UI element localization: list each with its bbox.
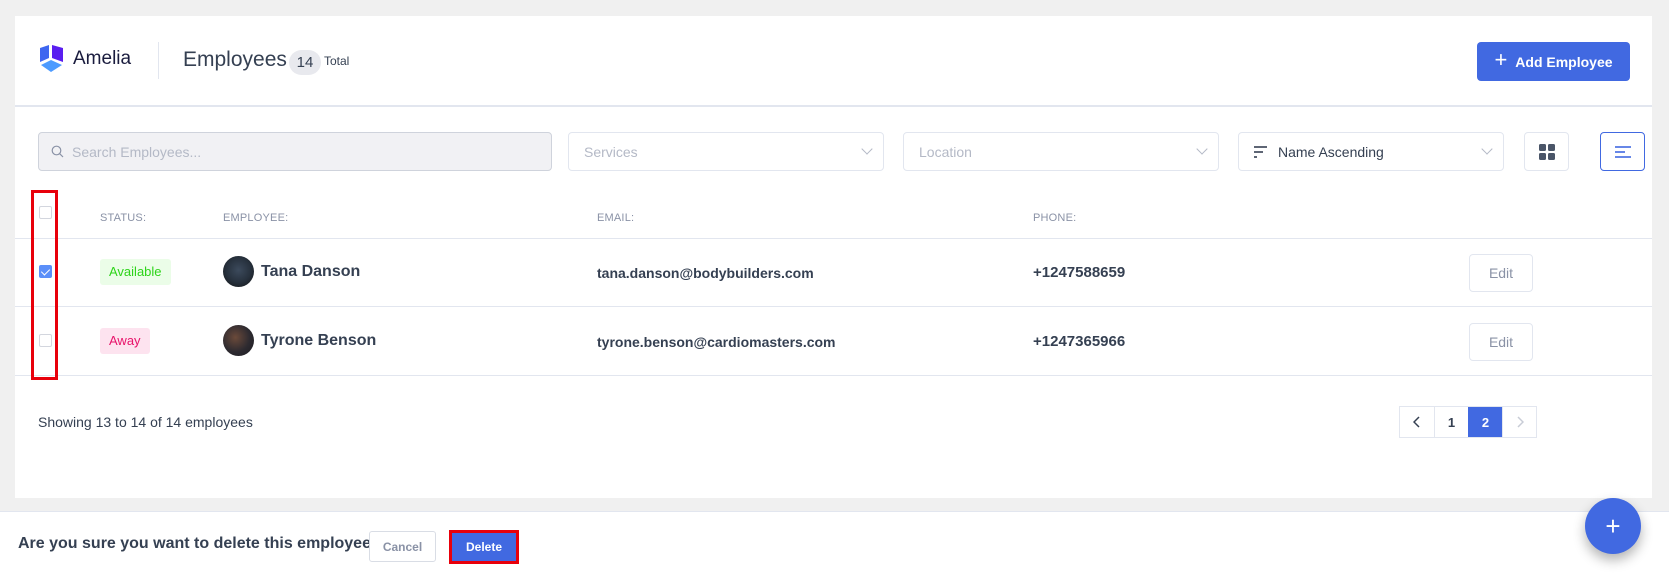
status-badge: Available xyxy=(100,259,171,285)
plus-icon: + xyxy=(1605,510,1621,541)
status-badge: Away xyxy=(100,328,150,354)
search-icon xyxy=(51,145,64,158)
chevron-down-icon xyxy=(1481,143,1493,155)
add-employee-button[interactable]: + Add Employee xyxy=(1477,42,1630,81)
avatar xyxy=(223,256,254,287)
services-placeholder: Services xyxy=(584,143,638,160)
edit-button[interactable]: Edit xyxy=(1469,254,1533,292)
chevron-right-icon xyxy=(1516,416,1524,428)
location-select[interactable]: Location xyxy=(903,132,1219,171)
page-2-button[interactable]: 2 xyxy=(1468,407,1502,437)
employee-name[interactable]: Tyrone Benson xyxy=(261,332,376,350)
column-header-email: EMAIL: xyxy=(597,212,635,224)
brand-name: Amelia xyxy=(73,48,132,69)
checkbox-column-highlight xyxy=(31,190,58,380)
amelia-logo-icon xyxy=(40,45,63,72)
sort-select[interactable]: Name Ascending xyxy=(1238,132,1504,171)
search-input[interactable]: Search Employees... xyxy=(38,132,552,171)
list-view-button[interactable] xyxy=(1600,132,1645,171)
delete-confirm-question: Are you sure you want to delete this emp… xyxy=(18,535,381,552)
chevron-left-icon xyxy=(1413,416,1420,428)
sort-icon xyxy=(1254,145,1267,158)
employees-panel: Amelia Employees 14 Total + Add Employee… xyxy=(15,16,1652,498)
employee-count-badge: 14 xyxy=(289,50,321,75)
delete-confirm-bar: Are you sure you want to delete this emp… xyxy=(0,511,1669,584)
row-divider xyxy=(15,306,1652,307)
add-employee-label: Add Employee xyxy=(1515,53,1613,70)
total-label: Total xyxy=(324,54,350,68)
employee-email: tyrone.benson@cardiomasters.com xyxy=(597,334,836,350)
services-select[interactable]: Services xyxy=(568,132,884,171)
prev-page-button[interactable] xyxy=(1400,407,1434,437)
sort-value: Name Ascending xyxy=(1278,143,1384,160)
plus-icon: + xyxy=(1494,47,1508,72)
avatar xyxy=(223,325,254,356)
brand-logo: Amelia xyxy=(38,45,131,73)
employee-email: tana.danson@bodybuilders.com xyxy=(597,265,814,281)
cancel-button[interactable]: Cancel xyxy=(369,531,436,562)
row-divider xyxy=(15,375,1652,376)
chevron-down-icon xyxy=(1196,143,1208,155)
row-divider xyxy=(15,238,1652,239)
search-placeholder: Search Employees... xyxy=(72,143,202,160)
location-placeholder: Location xyxy=(919,143,972,160)
employee-phone: +1247588659 xyxy=(1033,264,1126,281)
pagination: 1 2 xyxy=(1399,406,1537,438)
pagination-summary: Showing 13 to 14 of 14 employees xyxy=(38,414,253,430)
chevron-down-icon xyxy=(861,143,873,155)
page-1-button[interactable]: 1 xyxy=(1434,407,1468,437)
grid-icon xyxy=(1538,143,1555,160)
list-icon xyxy=(1614,145,1631,158)
column-header-status: STATUS: xyxy=(100,212,147,224)
next-page-button[interactable] xyxy=(1502,407,1536,437)
header-divider xyxy=(158,42,159,79)
delete-button[interactable]: Delete xyxy=(449,530,519,564)
page-title: Employees xyxy=(183,48,287,71)
employee-name[interactable]: Tana Danson xyxy=(261,263,360,281)
column-header-phone: PHONE: xyxy=(1033,212,1077,224)
grid-view-button[interactable] xyxy=(1524,132,1569,171)
floating-add-button[interactable]: + xyxy=(1585,498,1641,554)
employee-phone: +1247365966 xyxy=(1033,333,1126,350)
column-header-employee: EMPLOYEE: xyxy=(223,212,289,224)
page-header: Amelia Employees 14 Total + Add Employee xyxy=(15,16,1652,107)
edit-button[interactable]: Edit xyxy=(1469,323,1533,361)
